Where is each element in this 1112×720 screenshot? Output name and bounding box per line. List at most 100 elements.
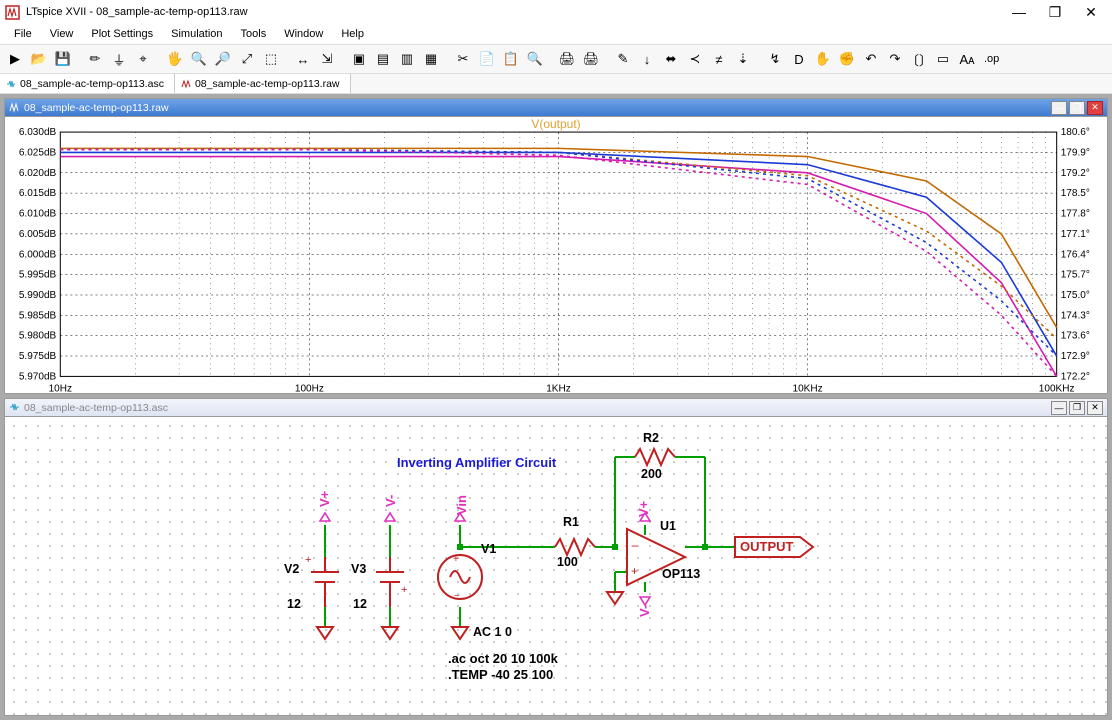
fit-icon[interactable]: ⇲ (316, 48, 338, 70)
directive-temp: .TEMP -40 25 100 (448, 667, 553, 682)
r2-value: 200 (641, 467, 662, 481)
maximize-button[interactable]: ❐ (1048, 4, 1062, 21)
print-icon[interactable]: 🖨 (556, 48, 578, 70)
schematic-pane-header[interactable]: 08_sample-ac-temp-op113.asc — ❐ ✕ (5, 399, 1107, 417)
menu-simulation[interactable]: Simulation (163, 26, 230, 42)
schematic-body[interactable]: Inverting Amplifier Circuit V+ V- Vin V+… (5, 417, 1107, 715)
v2-value: 12 (287, 597, 301, 611)
paste-icon[interactable]: 📋 (500, 48, 522, 70)
svg-text:6.015dB: 6.015dB (19, 188, 57, 199)
wire-icon[interactable]: ✏ (84, 48, 106, 70)
svg-text:+: + (453, 554, 459, 565)
menu-window[interactable]: Window (276, 26, 331, 42)
waveform-icon (181, 79, 191, 89)
route-icon[interactable]: ↯ (764, 48, 786, 70)
window1-icon[interactable]: ▣ (348, 48, 370, 70)
autorange-icon[interactable]: ↔ (292, 48, 314, 70)
menu-file[interactable]: File (6, 26, 40, 42)
menubar: File View Plot Settings Simulation Tools… (0, 24, 1112, 44)
pointer-icon[interactable]: ⌖ (132, 48, 154, 70)
tab-label: 08_sample-ac-temp-op113.asc (20, 78, 164, 90)
open-icon[interactable]: 📂 (28, 48, 50, 70)
svg-text:5.995dB: 5.995dB (19, 270, 57, 281)
r1-name: R1 (563, 515, 579, 529)
equal-icon[interactable]: ≠ (708, 48, 730, 70)
svg-text:177.8°: 177.8° (1061, 209, 1090, 220)
text-icon[interactable]: Aᴀ (956, 48, 978, 70)
svg-text:100KHz: 100KHz (1039, 383, 1075, 393)
zoom-in-icon[interactable]: 🔍 (188, 48, 210, 70)
schematic-canvas: + + + − (5, 417, 1107, 715)
zoom-full-icon[interactable]: ⤢ (236, 48, 258, 70)
svg-text:174.3°: 174.3° (1061, 310, 1090, 321)
svg-text:5.980dB: 5.980dB (19, 331, 57, 342)
pane-minimize-button[interactable]: — (1051, 101, 1067, 115)
svg-text:172.2°: 172.2° (1061, 371, 1090, 382)
pane-maximize-button[interactable]: ❐ (1069, 101, 1085, 115)
find-icon[interactable]: 🔍 (524, 48, 546, 70)
window2-icon[interactable]: ▤ (372, 48, 394, 70)
window4-icon[interactable]: ▦ (420, 48, 442, 70)
svg-text:177.1°: 177.1° (1061, 229, 1090, 240)
marker-icon[interactable]: ≺ (684, 48, 706, 70)
save-icon[interactable]: 💾 (52, 48, 74, 70)
cut-icon[interactable]: ✂ (452, 48, 474, 70)
zoom-region-icon[interactable]: ⬚ (260, 48, 282, 70)
minimize-button[interactable]: — (1012, 4, 1026, 21)
svg-text:+: + (631, 564, 638, 578)
svg-text:5.970dB: 5.970dB (19, 371, 57, 382)
svg-text:+: + (305, 554, 311, 566)
close-button[interactable]: ✕ (1084, 4, 1098, 21)
plot-pane-header[interactable]: 08_sample-ac-temp-op113.raw — ❐ ✕ (5, 99, 1107, 117)
undo-icon[interactable]: ↶ (860, 48, 882, 70)
schematic-pane: 08_sample-ac-temp-op113.asc — ❐ ✕ Invert… (4, 398, 1108, 716)
hand-icon[interactable]: ✋ (812, 48, 834, 70)
svg-text:179.9°: 179.9° (1061, 147, 1090, 158)
move-icon[interactable]: ⬌ (660, 48, 682, 70)
titlebar: LTspice XVII - 08_sample-ac-temp-op113.r… (0, 0, 1112, 24)
zoom-out-icon[interactable]: 🔎 (212, 48, 234, 70)
d-icon[interactable]: D (788, 48, 810, 70)
pane-maximize-button[interactable]: ❐ (1069, 401, 1085, 415)
schematic-icon (6, 79, 16, 89)
brackets-icon[interactable]: 〔〕 (908, 48, 930, 70)
plot-pane: 08_sample-ac-temp-op113.raw — ❐ ✕ V(outp… (4, 98, 1108, 394)
app-icon (4, 4, 20, 20)
plot-body[interactable]: V(output) 6.030dB180.6°6.025dB179.9°6.02… (5, 117, 1107, 393)
grab-icon[interactable]: ✊ (836, 48, 858, 70)
svg-text:178.5°: 178.5° (1061, 188, 1090, 199)
pane-close-button[interactable]: ✕ (1087, 101, 1103, 115)
op-icon[interactable]: .op (980, 48, 1003, 70)
pan-icon[interactable]: 🖐 (164, 48, 186, 70)
menu-view[interactable]: View (42, 26, 82, 42)
draw-icon[interactable]: ✎ (612, 48, 634, 70)
menu-tools[interactable]: Tools (233, 26, 275, 42)
r2-name: R2 (643, 431, 659, 445)
svg-text:173.6°: 173.6° (1061, 331, 1090, 342)
v3-value: 12 (353, 597, 367, 611)
plot-canvas[interactable]: 6.030dB180.6°6.025dB179.9°6.020dB179.2°6… (5, 117, 1107, 393)
copy-icon[interactable]: 📄 (476, 48, 498, 70)
svg-text:179.2°: 179.2° (1061, 168, 1090, 179)
ground-icon[interactable]: ⏚ (108, 48, 130, 70)
print-setup-icon[interactable]: 🖨 (580, 48, 602, 70)
schematic-pane-title: 08_sample-ac-temp-op113.asc (24, 402, 1047, 414)
menu-plot-settings[interactable]: Plot Settings (83, 26, 161, 42)
redo-icon[interactable]: ↷ (884, 48, 906, 70)
tab-asc[interactable]: 08_sample-ac-temp-op113.asc (0, 74, 175, 93)
pointer2-icon[interactable]: ⇣ (732, 48, 754, 70)
svg-text:6.010dB: 6.010dB (19, 209, 57, 220)
pane-minimize-button[interactable]: — (1051, 401, 1067, 415)
rect-icon[interactable]: ▭ (932, 48, 954, 70)
menu-help[interactable]: Help (333, 26, 372, 42)
svg-text:5.990dB: 5.990dB (19, 290, 57, 301)
svg-text:6.020dB: 6.020dB (19, 168, 57, 179)
tab-raw[interactable]: 08_sample-ac-temp-op113.raw (175, 74, 351, 93)
window3-icon[interactable]: ▥ (396, 48, 418, 70)
run-icon[interactable]: ▶ (4, 48, 26, 70)
svg-text:+: + (401, 584, 407, 596)
svg-text:100Hz: 100Hz (295, 383, 324, 393)
pane-close-button[interactable]: ✕ (1087, 401, 1103, 415)
arrow-icon[interactable]: ↓ (636, 48, 658, 70)
window-title: LTspice XVII - 08_sample-ac-temp-op113.r… (26, 6, 1012, 18)
